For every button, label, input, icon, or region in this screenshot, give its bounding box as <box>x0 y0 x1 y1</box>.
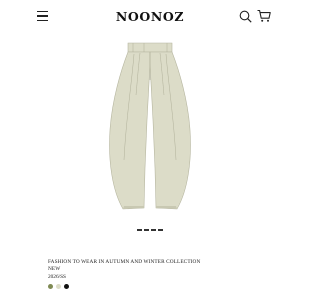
pager-dot[interactable] <box>151 229 156 231</box>
top-bar: NOONOZ <box>0 0 300 34</box>
product-title[interactable]: FASHION TO WEAR IN AUTUMN AND WINTER COL… <box>48 259 208 273</box>
color-swatch-cream[interactable] <box>56 284 61 289</box>
brand-logo[interactable]: NOONOZ <box>0 9 300 24</box>
search-icon[interactable] <box>239 10 252 23</box>
color-swatch-black[interactable] <box>64 284 69 289</box>
pager-dot[interactable] <box>158 229 163 231</box>
image-pager <box>137 229 163 233</box>
color-swatch-olive[interactable] <box>48 284 53 289</box>
pager-dot[interactable] <box>144 229 149 231</box>
shopping-cart-icon[interactable] <box>257 9 271 23</box>
pager-dot[interactable] <box>137 229 142 231</box>
product-image[interactable] <box>104 40 196 214</box>
product-season: 2026/SS <box>48 274 66 280</box>
